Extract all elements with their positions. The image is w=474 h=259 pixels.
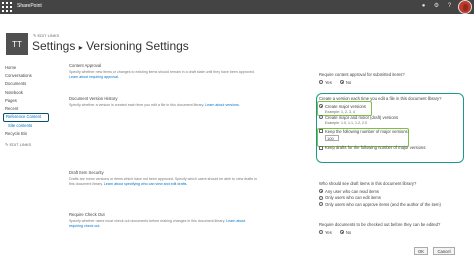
keep-major-label: Keep the following number of major versi… (325, 128, 409, 134)
radio-major-minor[interactable] (319, 115, 323, 120)
content-approval-no-label: No (345, 79, 352, 85)
nav-item-recent[interactable]: Recent (5, 105, 47, 113)
checkout-desc: Specify whether users must check out doc… (69, 219, 259, 229)
content-approval-controls: Require content approval for submitted i… (319, 72, 405, 86)
content-approval-learn-link[interactable]: Learn about requiring approval. (69, 75, 119, 79)
content-approval-yes-label: Yes (325, 79, 332, 85)
keep-major-checkbox[interactable] (319, 129, 323, 134)
checkout-question: Require documents to be checked out befo… (319, 222, 441, 227)
content-approval-question: Require content approval for submitted i… (319, 72, 405, 77)
checkout-no-label: No (345, 229, 352, 235)
content-approval-desc: Specify whether new items or changes to … (69, 70, 259, 80)
major-versions-label: Create major versions (325, 103, 366, 109)
checkout-title: Require Check Out (69, 212, 105, 217)
draft-approvers-label: Only users who can approve items (and th… (325, 201, 441, 207)
content-approval-desc-text: Specify whether new items or changes to … (69, 70, 255, 74)
nav-edit-links-label: EDIT LINKS (9, 141, 32, 147)
help-icon[interactable]: ? (446, 3, 453, 10)
radio-any-reader[interactable] (319, 189, 323, 194)
nav-edit-links[interactable]: ✎ EDIT LINKS (5, 142, 47, 147)
nav-item-notebook[interactable]: Notebook (5, 89, 47, 97)
bell-icon[interactable]: ● (420, 3, 427, 10)
checkout-controls: Require documents to be checked out befo… (319, 222, 440, 236)
title-separator: ▸ (78, 43, 83, 52)
content-approval-no[interactable]: No (339, 79, 352, 86)
nav-item-home[interactable]: Home (5, 64, 47, 72)
major-minor-label: Create major and minor (draft) versions (325, 114, 399, 120)
nav-item-site-contents[interactable]: Site contents (5, 122, 47, 130)
keep-drafts[interactable]: Keep drafts for the following number of … (319, 145, 441, 152)
draft-security-learn-link[interactable]: Learn about specifying who can view and … (104, 182, 188, 186)
version-history-question: Create a version each time you edit a fi… (319, 96, 442, 101)
ok-button[interactable]: OK (414, 247, 428, 255)
left-nav: Home Conversations Documents Notebook Pa… (3, 64, 49, 147)
cancel-button[interactable]: Cancel (433, 247, 455, 255)
page-title-settings[interactable]: Settings (32, 39, 75, 53)
radio-yes[interactable] (319, 80, 323, 85)
radio-approvers[interactable] (319, 202, 323, 207)
avatar[interactable] (458, 0, 472, 14)
nav-item-recycle-bin[interactable]: Recycle Bin (5, 130, 47, 138)
checkout-section: Require Check Out Specify whether users … (69, 212, 259, 229)
edit-links-top[interactable]: ✎ EDIT LINKS (33, 33, 59, 38)
suite-bar: SharePoint ● ⚙ ? (0, 0, 474, 14)
keep-drafts-checkbox[interactable] (319, 145, 323, 150)
major-minor-example: Example: 1.0, 1.1, 1.2, 2.0 (325, 120, 367, 125)
site-logo[interactable]: TT (6, 33, 28, 55)
draft-security-title: Draft Item Security (69, 170, 104, 175)
version-history-learn-link[interactable]: Learn about versions. (205, 103, 240, 107)
radio-editors[interactable] (319, 195, 323, 200)
version-history-controls: Create a version each time you edit a fi… (319, 96, 441, 151)
nav-item-documents[interactable]: Documents (5, 80, 47, 88)
nav-item-conversations[interactable]: Conversations (5, 72, 47, 80)
radio-checkout-yes[interactable] (319, 230, 323, 235)
checkout-yes[interactable]: Yes (319, 229, 332, 236)
draft-security-desc: Drafts are minor versions or items which… (69, 177, 259, 187)
checkout-no[interactable]: No (339, 229, 352, 236)
radio-major[interactable] (319, 104, 323, 109)
radio-no[interactable] (339, 80, 344, 85)
version-history-desc-text: Specify whether a version is created eac… (69, 103, 205, 107)
draft-security-section: Draft Item Security Drafts are minor ver… (69, 170, 259, 187)
edit-links-label: EDIT LINKS (37, 33, 60, 38)
app-launcher-icon[interactable] (2, 2, 13, 12)
version-history-desc: Specify whether a version is created eac… (69, 103, 259, 108)
nav-item-reference-content[interactable]: Reference Content (3, 113, 49, 123)
draft-editors-label: Only users who can edit items (325, 195, 381, 201)
gear-icon[interactable]: ⚙ (433, 3, 440, 10)
keep-drafts-label: Keep drafts for the following number of … (325, 145, 427, 151)
draft-any-reader-label: Any user who can read items (325, 188, 379, 194)
version-history-section: Document Version History Specify whether… (69, 96, 259, 108)
draft-security-question: Who should see draft items in this docum… (319, 181, 417, 186)
draft-security-controls: Who should see draft items in this docum… (319, 181, 441, 208)
keep-major-input[interactable]: 100 (325, 134, 339, 141)
page-title: Settings ▸ Versioning Settings (32, 39, 189, 53)
page-title-versioning: Versioning Settings (86, 39, 189, 53)
content-approval-title: Content Approval (69, 63, 102, 68)
nav-item-pages[interactable]: Pages (5, 97, 47, 105)
version-history-title: Document Version History (69, 96, 118, 101)
content-approval-section: Content Approval Specify whether new ite… (69, 63, 259, 80)
checkout-yes-label: Yes (325, 229, 332, 235)
brand-name[interactable]: SharePoint (17, 3, 42, 9)
content-approval-yes[interactable]: Yes (319, 79, 332, 86)
draft-approvers[interactable]: Only users who can approve items (and th… (319, 201, 441, 208)
radio-checkout-no[interactable] (339, 230, 344, 235)
checkout-desc-text: Specify whether users must check out doc… (69, 219, 226, 223)
